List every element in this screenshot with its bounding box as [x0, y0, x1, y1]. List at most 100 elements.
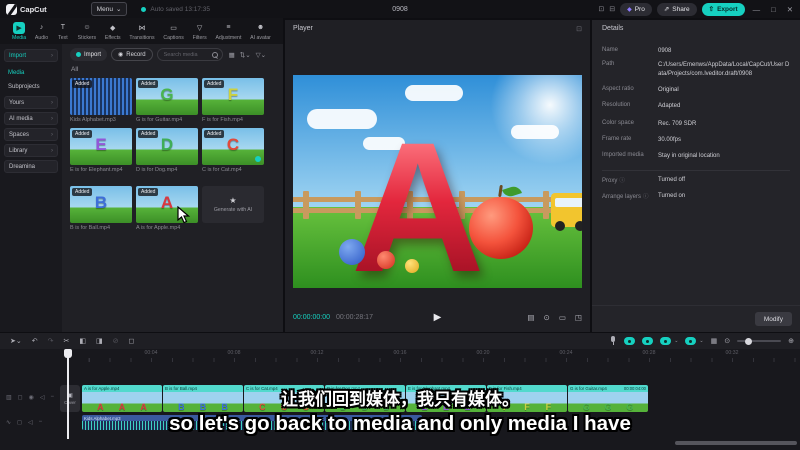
grid-view-icon[interactable]: ▦: [229, 51, 235, 59]
tab-adjustment[interactable]: ≡ Adjustment: [215, 22, 241, 41]
filters-icon: ▽: [196, 24, 203, 32]
redo-icon[interactable]: ↷: [48, 337, 54, 345]
import-button[interactable]: Import: [70, 48, 108, 61]
adsorb-toggle-icon[interactable]: [685, 337, 697, 345]
media-item-e-elephant[interactable]: E Added E is for Elephant.mp4: [70, 128, 132, 173]
auto-snap-toggle-icon[interactable]: [624, 337, 636, 345]
media-search[interactable]: [156, 48, 223, 61]
title-bar: CapCut Menu ⌄ Auto saved 13:17:35 0908 ⊡…: [0, 0, 800, 18]
media-item-g-guitar[interactable]: G Added G is for Guitar.mp4: [136, 78, 198, 123]
panel-toggle-icon[interactable]: ⊟: [609, 5, 615, 13]
fullscreen-icon[interactable]: ◳: [575, 313, 582, 322]
playhead-handle[interactable]: [64, 349, 72, 358]
delete-icon[interactable]: ⊘: [113, 337, 119, 345]
tab-transitions[interactable]: ⋈ Transitions: [129, 22, 154, 41]
sidebar-item-ai-media[interactable]: AI media ›: [4, 112, 58, 125]
maximize-button[interactable]: □: [768, 5, 779, 14]
tab-audio[interactable]: ♪ Audio: [35, 22, 48, 41]
media-item-b-ball[interactable]: B Added B is for Ball.mp4: [70, 186, 132, 231]
sidebar-item-yours[interactable]: Yours ›: [4, 96, 58, 109]
tab-effects[interactable]: ◆ Effects: [105, 22, 121, 41]
info-icon: ⓘ: [619, 178, 625, 184]
lock-icon[interactable]: ◻: [17, 419, 22, 426]
render-preview-icon[interactable]: ▦: [711, 337, 718, 345]
timeline-zoom-slider[interactable]: [737, 337, 782, 345]
focus-icon[interactable]: ⊙: [544, 313, 550, 322]
layout-toggle-icon[interactable]: ⊡: [598, 5, 604, 13]
link-toggle-icon[interactable]: [642, 337, 654, 345]
clip-b-ball[interactable]: B is for Ball.mp4 B B B: [163, 385, 243, 412]
media-item-d-dog[interactable]: D Added D is for Dog.mp4: [136, 128, 198, 173]
cover-button[interactable]: ▣ Cover: [60, 385, 80, 412]
mute-icon[interactable]: ◁: [40, 394, 45, 401]
tab-text[interactable]: T Text: [57, 22, 69, 41]
sort-icon[interactable]: ⇅⌄: [240, 51, 251, 59]
collapse-icon[interactable]: −: [51, 394, 55, 401]
player-options-icon[interactable]: ⊡: [576, 25, 582, 33]
hide-icon[interactable]: ◉: [29, 394, 34, 401]
collapse-icon[interactable]: −: [39, 419, 43, 426]
mute-icon[interactable]: ◁: [28, 419, 33, 426]
select-tool-icon[interactable]: ➤⌄: [10, 337, 22, 345]
pro-diamond-icon: ◆: [627, 6, 632, 13]
total-timecode: 00:00:28:17: [335, 313, 373, 321]
details-header: Details: [602, 25, 624, 32]
player-header: Player: [293, 25, 313, 32]
crop-icon[interactable]: ◻: [128, 337, 134, 345]
close-button[interactable]: ✕: [784, 5, 796, 14]
media-item-kids-alphabet[interactable]: Added Kids Alphabet.mp3: [70, 78, 132, 123]
track-type-icon: ▥: [6, 395, 12, 401]
chevron-down-icon: ⌄: [699, 338, 704, 344]
generate-with-ai-tile[interactable]: ★ Generate with AI: [202, 186, 264, 223]
modify-button[interactable]: Modify: [754, 312, 792, 326]
audio-thumbnail[interactable]: Added: [70, 78, 132, 115]
timeline-ruler[interactable]: 00:04 00:08 00:12 00:16 00:20 00:24 00:2…: [60, 349, 800, 362]
undo-icon[interactable]: ↶: [32, 337, 38, 345]
text-icon: T: [60, 24, 66, 31]
detail-row-imported-media: Imported media Stay in original location: [602, 152, 720, 159]
pro-button[interactable]: ◆ Pro: [620, 2, 652, 16]
tab-media[interactable]: ▶ Media: [12, 21, 26, 41]
voiceover-mic-icon[interactable]: [609, 336, 617, 346]
sidebar-item-subprojects[interactable]: Subprojects: [4, 80, 58, 93]
sidebar-item-dreamina[interactable]: Dreamina: [4, 160, 58, 173]
clip-g-guitar[interactable]: G is for Guitar.mp4 00:00:04:00 G G G: [568, 385, 648, 412]
video-track-header: ▥ ◻ ◉ ◁ −: [6, 394, 54, 401]
tab-captions[interactable]: ▭ Captions: [163, 22, 183, 41]
tab-ai-avatar[interactable]: ☻ AI avatar: [250, 22, 271, 41]
media-item-f-fish[interactable]: F Added F is for Fish.mp4: [202, 78, 264, 123]
fence-post: [303, 191, 309, 219]
horizontal-scrollbar[interactable]: [675, 441, 797, 445]
menu-button[interactable]: Menu ⌄: [90, 2, 128, 16]
sidebar-item-media[interactable]: Media: [4, 66, 58, 79]
preview-quality-icon[interactable]: ▤: [527, 313, 534, 322]
tab-stickers[interactable]: ☺ Stickers: [78, 22, 96, 41]
sidebar-item-library[interactable]: Library ›: [4, 144, 58, 157]
tab-filters[interactable]: ▽ Filters: [193, 22, 207, 41]
media-item-c-cat[interactable]: C Added C is for Cat.mp4: [202, 128, 264, 173]
ratio-icon[interactable]: ▭: [559, 313, 566, 322]
chevron-right-icon: ›: [51, 131, 53, 138]
filter-icon[interactable]: ▽⌄: [256, 51, 266, 59]
record-button[interactable]: ◉ Record: [111, 48, 153, 61]
filter-all-label[interactable]: All: [71, 66, 78, 73]
preview-axis-toggle-icon[interactable]: [660, 337, 672, 345]
lock-icon[interactable]: ◻: [18, 394, 23, 401]
chevron-right-icon: ›: [51, 52, 53, 59]
sidebar-item-import[interactable]: Import ›: [4, 49, 58, 62]
share-button[interactable]: ⇗ Share: [656, 2, 697, 16]
play-button[interactable]: ▶: [434, 312, 442, 323]
video-preview: A: [293, 75, 582, 288]
zoom-fit-icon[interactable]: ⊙: [724, 337, 730, 345]
split-icon[interactable]: ✂: [63, 337, 69, 345]
search-input[interactable]: [161, 50, 210, 59]
minimize-button[interactable]: —: [750, 5, 764, 14]
clip-duration: 00:00:04:00: [623, 386, 646, 391]
zoom-slider-handle[interactable]: [745, 337, 753, 345]
delete-right-icon[interactable]: ◨: [96, 337, 103, 345]
clip-a-apple[interactable]: A is for Apple.mp4 A A A: [82, 385, 162, 412]
export-button[interactable]: ⇧ Export: [701, 2, 745, 16]
delete-left-icon[interactable]: ◧: [79, 337, 86, 345]
sidebar-item-spaces[interactable]: Spaces ›: [4, 128, 58, 141]
zoom-in-icon[interactable]: ⊕: [788, 337, 794, 345]
